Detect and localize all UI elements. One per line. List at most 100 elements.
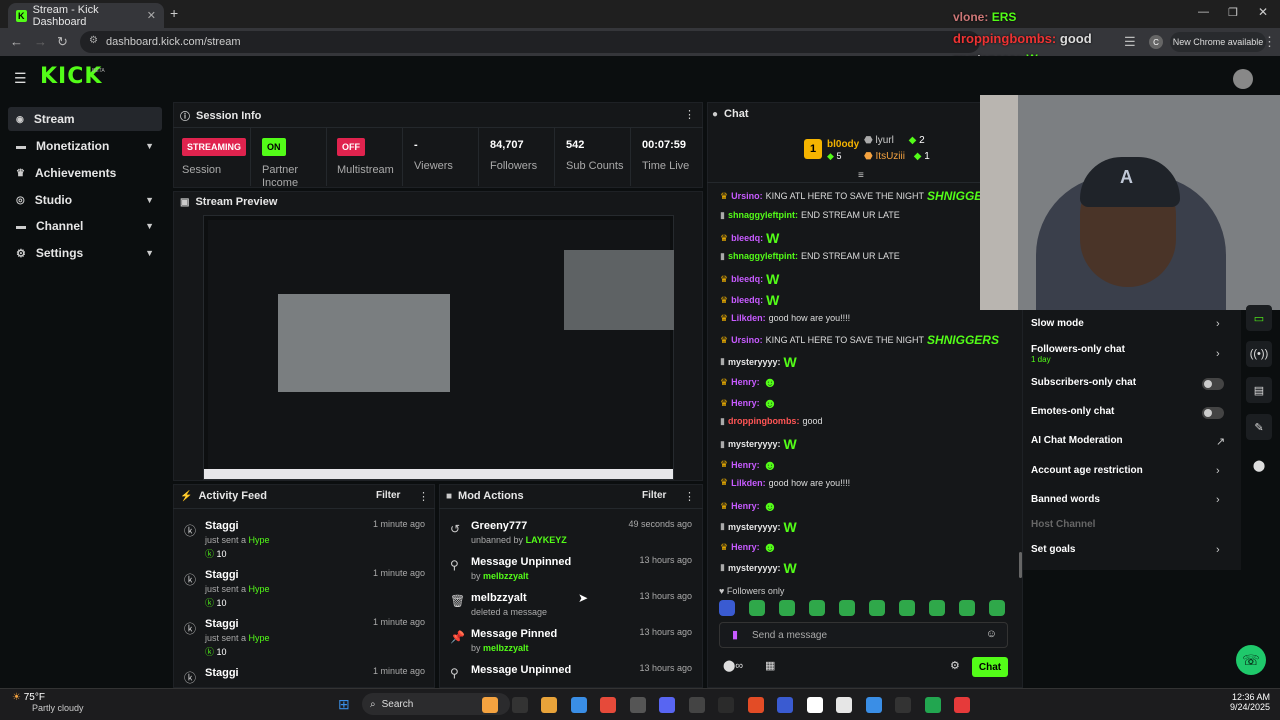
chat-message[interactable]: ♛ Ursino: KING ATL HERE TO SAVE THE NIGHT S… [720, 189, 999, 203]
chat-message[interactable]: ▮ droppingbombs: good [720, 416, 822, 427]
taskbar-app-icon[interactable] [747, 697, 764, 713]
taskbar-app-icon[interactable] [836, 697, 852, 713]
taskbar-app-icon[interactable] [924, 697, 941, 713]
chat-message[interactable]: ♛ Ursino: KING ATL HERE TO SAVE THE NIGHT S… [720, 333, 999, 347]
chat-rail-icon[interactable]: ▭ [1246, 305, 1272, 331]
chevron-right-icon[interactable]: › [1216, 544, 1220, 556]
chevron-right-icon[interactable]: › [1216, 494, 1220, 506]
chat-message[interactable]: ♛ Henry: ☻ [720, 395, 777, 411]
leader-name[interactable]: ⬣ lyurl ◆ 2 [864, 135, 925, 146]
chat-message[interactable]: ♛ Lilkden: good how are you!!!! [720, 477, 850, 488]
sidebar-item-settings[interactable]: ⚙ Settings ▼ [8, 241, 162, 265]
chat-message[interactable]: ▮ mysteryyyy: W [720, 519, 797, 535]
forward-icon[interactable]: → [34, 34, 47, 49]
taskbar-app-icon[interactable] [777, 697, 793, 713]
sidebar-item-stream[interactable]: ◉ Stream [8, 107, 162, 131]
browser-tab[interactable]: K Stream - Kick Dashboard ✕ [8, 3, 164, 28]
chat-setting-item[interactable]: Slow mode [1031, 318, 1084, 329]
chat-message[interactable]: ▮ shnaggyleftpint: END STREAM UR LATE [720, 210, 900, 221]
taskbar-app-icon[interactable] [511, 697, 528, 713]
chat-message[interactable]: ♛ Henry: ☻ [720, 498, 777, 514]
help-chat-button[interactable]: ☏ [1236, 645, 1266, 675]
chat-message[interactable]: ♛ Henry: ☻ [720, 374, 777, 390]
chat-username[interactable]: shnaggyleftpint: [728, 210, 798, 220]
toggle-switch[interactable] [1202, 407, 1224, 419]
chat-message[interactable]: ♛ Lilkden: good how are you!!!! [720, 313, 850, 324]
chat-username[interactable]: mysteryyyy: [728, 439, 781, 449]
taskbar-app-icon[interactable] [541, 697, 557, 713]
chat-username[interactable]: Lilkden: [731, 313, 766, 323]
site-info-icon[interactable]: ⚙ [89, 35, 98, 46]
chat-scrollbar[interactable] [1019, 552, 1022, 578]
emote-icon[interactable] [749, 600, 765, 616]
new-tab-icon[interactable]: + [170, 5, 178, 21]
chat-message[interactable]: ▮ mysteryyyy: W [720, 354, 797, 370]
taskbar-app-icon[interactable] [482, 697, 498, 713]
chevron-right-icon[interactable]: › [1216, 318, 1220, 330]
user-avatar[interactable] [1233, 69, 1253, 89]
sidebar-item-achievements[interactable]: ♛ Achievements [8, 161, 162, 185]
chat-username[interactable]: bleedq: [731, 233, 763, 243]
more-options-icon[interactable]: ⋮ [684, 108, 695, 121]
external-link-icon[interactable]: ↗ [1216, 435, 1225, 448]
emote-icon[interactable] [989, 600, 1005, 616]
taskbar-app-icon[interactable] [806, 697, 823, 713]
reload-icon[interactable]: ↻ [57, 34, 68, 50]
chat-setting-item[interactable]: Banned words [1031, 494, 1100, 505]
sidebar-item-monetization[interactable]: ▬ Monetization ▼ [8, 134, 162, 158]
chat-username[interactable]: bleedq: [731, 274, 763, 284]
taskbar-app-icon[interactable] [600, 697, 616, 713]
minimize-icon[interactable]: — [1198, 6, 1209, 18]
weather-widget[interactable]: ☀ 75°F Partly cloudy [12, 692, 84, 713]
emote-icon[interactable] [929, 600, 945, 616]
chat-username[interactable]: Henry: [731, 501, 760, 511]
chat-setting-item[interactable]: Host Channel [1031, 519, 1095, 530]
chat-settings-gear-icon[interactable]: ⚙ [950, 659, 960, 672]
mic-icon[interactable]: ▮ [732, 628, 738, 641]
chat-username[interactable]: Ursino: [731, 191, 763, 201]
chat-setting-item[interactable]: Account age restriction [1031, 465, 1143, 476]
chat-message[interactable]: ♛ bleedq: W [720, 230, 779, 246]
chat-username[interactable]: Ursino: [731, 335, 763, 345]
chat-message[interactable]: ♛ Henry: ☻ [720, 457, 777, 473]
broadcast-icon[interactable]: ((•)) [1246, 341, 1272, 367]
maximize-icon[interactable]: ❐ [1228, 6, 1238, 19]
emoji-icon[interactable]: ☺ [986, 628, 997, 640]
windows-start-icon[interactable]: ⊞ [338, 696, 350, 713]
emote-icon[interactable] [959, 600, 975, 616]
emote-icon[interactable] [869, 600, 885, 616]
hamburger-menu-icon[interactable]: ☰ [14, 70, 27, 87]
taskbar-app-icon[interactable] [954, 697, 970, 713]
sidebar-item-channel[interactable]: ▬ Channel ▼ [8, 214, 162, 238]
viewers-icon[interactable]: ⬤∞ [723, 659, 743, 672]
chevron-right-icon[interactable]: › [1216, 465, 1220, 477]
chat-username[interactable]: mysteryyyy: [728, 522, 781, 532]
emote-icon[interactable] [719, 600, 735, 616]
profile-avatar[interactable]: C [1149, 35, 1163, 49]
multistream-off-badge[interactable]: OFF [337, 138, 365, 156]
chat-username[interactable]: shnaggyleftpint: [728, 251, 798, 261]
send-chat-button[interactable]: Chat [972, 657, 1008, 677]
more-options-icon[interactable]: ⋮ [418, 490, 429, 503]
window-close-icon[interactable]: ✕ [1258, 5, 1268, 19]
back-icon[interactable]: ← [10, 34, 23, 49]
layout-icon[interactable]: ▤ [1246, 377, 1272, 403]
pinned-toggle-icon[interactable]: ≡ [858, 170, 864, 181]
taskbar-app-icon[interactable] [659, 697, 675, 713]
new-chrome-button[interactable]: New Chrome available [1170, 32, 1266, 52]
taskbar-app-icon[interactable] [688, 697, 705, 713]
activity-filter-button[interactable]: Filter [376, 490, 400, 501]
chat-username[interactable]: Henry: [731, 377, 760, 387]
chat-setting-item[interactable]: Set goals [1031, 544, 1075, 555]
store-icon[interactable]: ▦ [765, 659, 775, 672]
users-icon[interactable]: ⬤ [1246, 452, 1272, 478]
chat-message[interactable]: ♛ Henry: ☻ [720, 539, 777, 555]
system-clock[interactable]: 12:36 AM 9/24/2025 [1220, 692, 1270, 712]
reading-list-icon[interactable]: ☰ [1124, 34, 1136, 50]
chat-input[interactable]: ▮ Send a message ☺ [719, 622, 1008, 648]
chat-setting-item[interactable]: Subscribers-only chat [1031, 377, 1136, 388]
chat-username[interactable]: Henry: [731, 398, 760, 408]
taskbar-app-icon[interactable] [865, 697, 882, 713]
chat-username[interactable]: bleedq: [731, 295, 763, 305]
chat-setting-item[interactable]: Followers-only chat 1 day [1031, 344, 1125, 364]
